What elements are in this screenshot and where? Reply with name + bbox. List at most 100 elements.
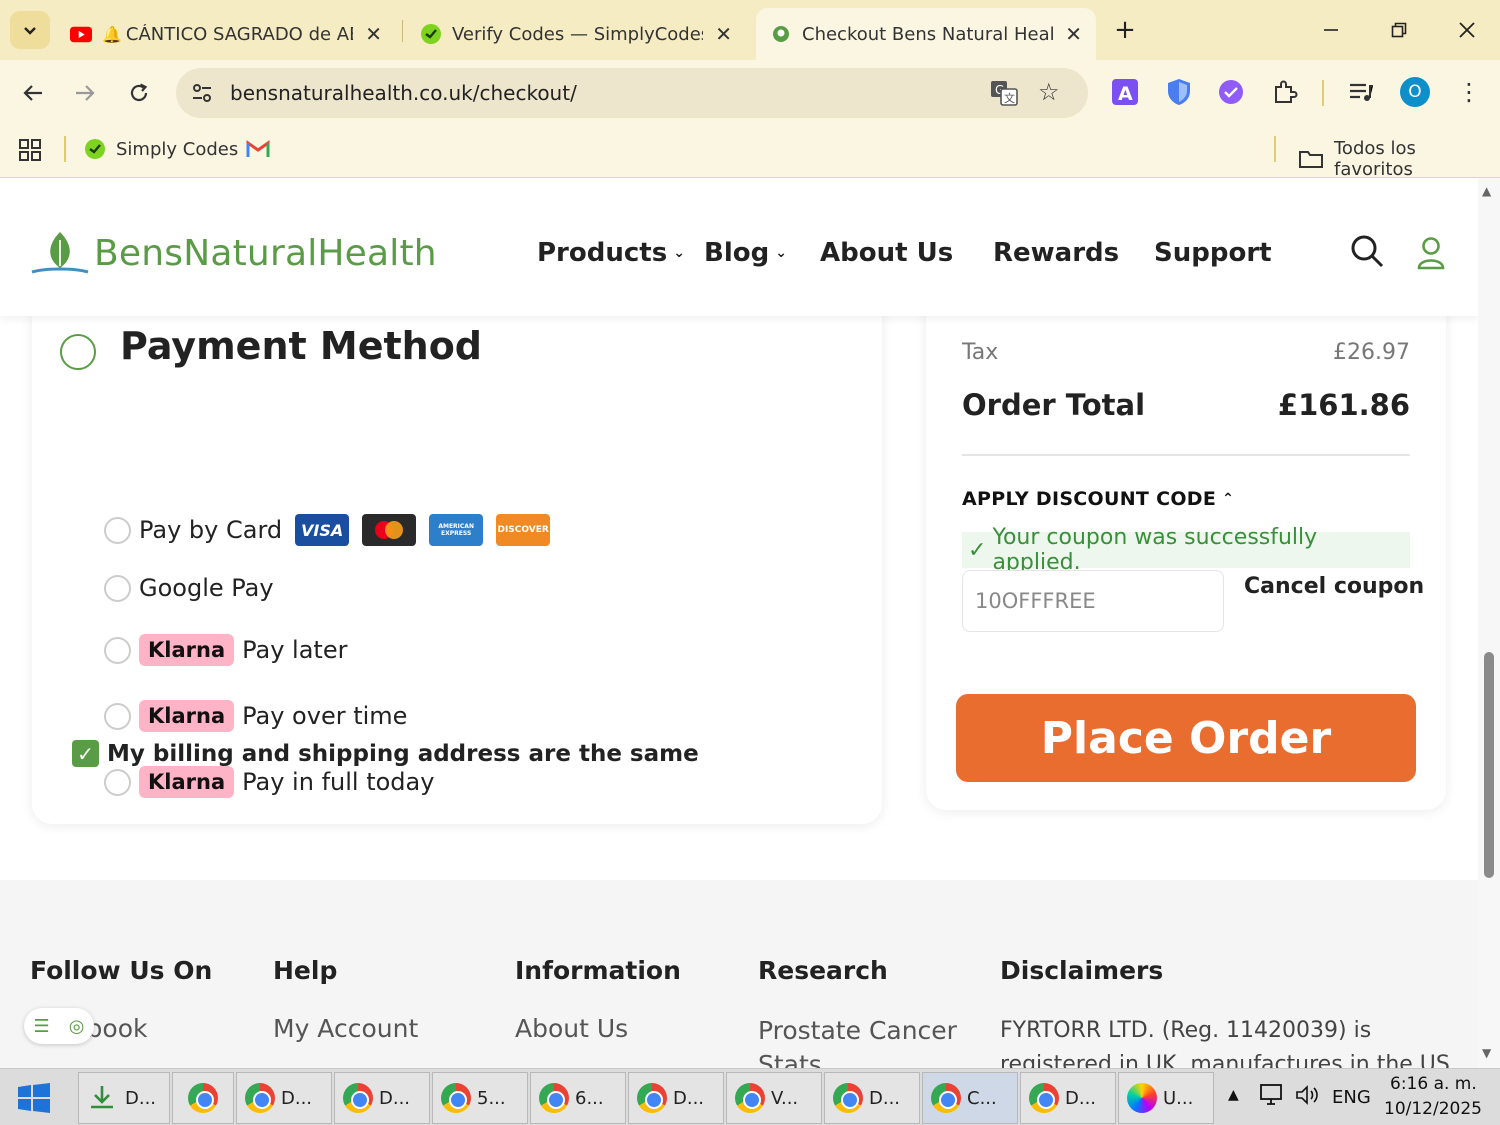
amex-logo-icon: AMERICAN EXPRESS: [429, 514, 484, 546]
taskbar-chrome-window[interactable]: D...: [824, 1072, 920, 1124]
nav-support[interactable]: Support: [1154, 238, 1272, 268]
profile-avatar[interactable]: O: [1400, 77, 1430, 107]
profile-initial: O: [1400, 77, 1430, 107]
payment-option-klarna-full[interactable]: Klarna Pay in full today: [104, 762, 434, 802]
nav-about-us[interactable]: About Us: [820, 238, 953, 268]
taskbar-downloads[interactable]: D...: [78, 1072, 170, 1124]
payment-option-klarna-later[interactable]: Klarna Pay later: [104, 630, 347, 670]
taskbar-chrome-window[interactable]: D...: [628, 1072, 724, 1124]
site-logo[interactable]: BensNaturalHealth: [30, 228, 437, 278]
tab-title: Verify Codes — SimplyCodes: [452, 23, 704, 45]
radio-button[interactable]: [104, 574, 131, 602]
footer-link-my-account[interactable]: My Account: [273, 1014, 418, 1043]
tax-value: £26.97: [1333, 340, 1410, 365]
tab-cantico[interactable]: 🔔 CÁNTICO SAGRADO de ABU ✕: [56, 8, 396, 60]
option-label: Pay over time: [242, 702, 408, 730]
back-arrow-icon: [23, 85, 42, 101]
bookmark-simply-codes[interactable]: Simply Codes: [84, 138, 238, 160]
footer-link-prostate-cancer-stats[interactable]: Prostate Cancer Stats: [758, 1014, 968, 1068]
close-window-button[interactable]: [1444, 12, 1490, 48]
scroll-up-icon[interactable]: ▲: [1482, 184, 1491, 198]
clock-time[interactable]: 6:16 a. m.: [1390, 1074, 1477, 1094]
search-icon[interactable]: [1350, 234, 1384, 272]
scroll-down-icon[interactable]: ▼: [1482, 1046, 1491, 1060]
taskbar-chrome-window[interactable]: D...: [1020, 1072, 1116, 1124]
place-order-button[interactable]: Place Order: [956, 694, 1416, 782]
scrollbar-thumb[interactable]: [1484, 652, 1494, 878]
taskbar-chrome-window[interactable]: 5...: [432, 1072, 528, 1124]
tab-search-button[interactable]: [10, 11, 50, 49]
payment-option-klarna-over-time[interactable]: Klarna Pay over time: [104, 696, 407, 736]
all-bookmarks-folder[interactable]: Todos los favoritos: [1298, 138, 1500, 180]
taskbar-app[interactable]: U...: [1118, 1072, 1214, 1124]
account-icon[interactable]: [1416, 236, 1446, 274]
clock-date[interactable]: 10/12/2025: [1384, 1099, 1482, 1119]
coupon-code-input[interactable]: [962, 570, 1224, 632]
bookmark-gmail[interactable]: [246, 140, 270, 158]
cookie-settings-widget[interactable]: ☰ ◎: [24, 1008, 94, 1044]
back-button[interactable]: [14, 74, 52, 112]
tray-overflow-icon[interactable]: ▲: [1228, 1087, 1239, 1103]
taskbar-chrome-window[interactable]: 6...: [530, 1072, 626, 1124]
language-indicator[interactable]: ENG: [1332, 1087, 1371, 1108]
taskbar-label: C...: [967, 1087, 997, 1109]
taskbar-label: D...: [1065, 1087, 1097, 1109]
footer-heading: Research: [758, 956, 888, 985]
option-label: Google Pay: [139, 574, 274, 602]
reload-button[interactable]: [120, 74, 158, 112]
simplycodes-extension-icon[interactable]: [1216, 77, 1246, 107]
taskbar-chrome[interactable]: [172, 1072, 234, 1124]
chrome-profile-k-icon: [343, 1083, 373, 1113]
payment-option-google-pay[interactable]: Google Pay: [104, 568, 274, 608]
taskbar-chrome-window[interactable]: D...: [334, 1072, 430, 1124]
radio-button[interactable]: [104, 702, 131, 730]
nav-rewards[interactable]: Rewards: [993, 238, 1119, 268]
new-tab-button[interactable]: +: [1102, 12, 1148, 48]
address-bar[interactable]: bensnaturalhealth.co.uk/checkout/ G文 ☆: [176, 68, 1088, 118]
billing-same-checkbox-row[interactable]: ✓ My billing and shipping address are th…: [72, 740, 699, 767]
radio-button[interactable]: [104, 768, 131, 796]
ext-a-icon[interactable]: A: [1110, 77, 1140, 107]
close-tab-icon[interactable]: ✕: [1065, 22, 1082, 46]
chrome-profile-icon: [1029, 1083, 1059, 1113]
nav-blog[interactable]: Blog ⌄: [704, 238, 787, 268]
page-viewport: BensNaturalHealth Products ⌄ Blog ⌄ Abou…: [0, 178, 1478, 1068]
taskbar-chrome-window-active[interactable]: C...: [922, 1072, 1018, 1124]
translate-icon[interactable]: G文: [990, 80, 1018, 110]
svg-text:A: A: [1118, 83, 1133, 105]
site-footer: Follow Us On Help Information Research D…: [0, 880, 1478, 1068]
nav-products[interactable]: Products ⌄: [537, 238, 685, 268]
nav-label: Blog: [704, 238, 770, 268]
apps-grid-icon[interactable]: [18, 138, 42, 162]
extensions-puzzle-icon[interactable]: [1270, 77, 1300, 107]
footer-heading: Help: [273, 956, 338, 985]
radio-button[interactable]: [104, 636, 131, 664]
checkbox-checked-icon[interactable]: ✓: [72, 740, 99, 767]
shield-extension-icon[interactable]: [1164, 77, 1194, 107]
volume-icon[interactable]: [1294, 1083, 1320, 1112]
apply-discount-toggle[interactable]: APPLY DISCOUNT CODE ⌃: [962, 488, 1234, 510]
order-summary-card: Tax £26.97 Order Total £161.86 APPLY DIS…: [926, 288, 1446, 810]
site-info-icon[interactable]: [190, 81, 214, 109]
radio-button[interactable]: [104, 516, 131, 544]
taskbar-chrome-window[interactable]: V...: [726, 1072, 822, 1124]
footer-link-about-us[interactable]: About Us: [515, 1014, 628, 1043]
tab-checkout[interactable]: Checkout Bens Natural Health - ✕: [756, 8, 1096, 60]
windows-start-icon[interactable]: [18, 1083, 50, 1117]
kebab-menu-icon[interactable]: ⋮: [1454, 77, 1484, 107]
close-tab-icon[interactable]: ✕: [365, 22, 382, 46]
tab-verify-codes[interactable]: Verify Codes — SimplyCodes ✕: [406, 8, 746, 60]
media-controls-icon[interactable]: [1346, 77, 1376, 107]
cancel-coupon-link[interactable]: Cancel coupon: [1244, 574, 1424, 599]
bookmark-star-icon[interactable]: ☆: [1038, 78, 1060, 106]
taskbar-chrome-window[interactable]: D...: [236, 1072, 332, 1124]
page-scrollbar[interactable]: ▲ ▼: [1478, 178, 1500, 1068]
forward-button[interactable]: [66, 74, 104, 112]
restore-button[interactable]: [1376, 12, 1422, 48]
network-icon[interactable]: [1258, 1083, 1284, 1112]
payment-option-card[interactable]: Pay by Card VISA AMERICAN EXPRESS DISCOV…: [104, 510, 551, 550]
klarna-badge: Klarna: [139, 766, 235, 798]
close-tab-icon[interactable]: ✕: [715, 22, 732, 46]
restore-icon: [1391, 22, 1407, 38]
minimize-button[interactable]: [1308, 12, 1354, 48]
